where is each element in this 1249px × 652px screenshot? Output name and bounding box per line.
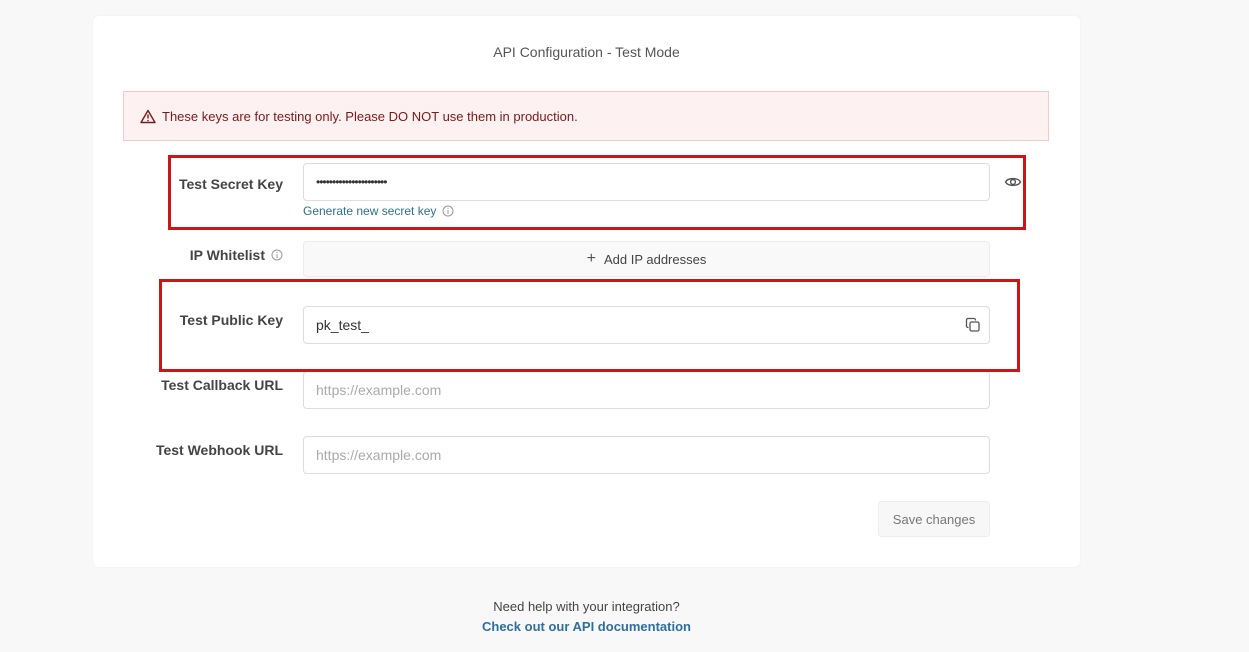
api-docs-link[interactable]: Check out our API documentation (0, 619, 1173, 634)
add-ip-addresses-button[interactable]: + Add IP addresses (303, 241, 990, 277)
info-icon (442, 205, 454, 217)
alert-text: These keys are for testing only. Please … (162, 108, 578, 124)
secret-key-label: Test Secret Key (178, 176, 283, 192)
webhook-url-label: Test Webhook URL (155, 442, 283, 458)
copy-icon[interactable] (965, 317, 981, 333)
api-config-card: API Configuration - Test Mode These keys… (93, 16, 1080, 567)
card-title: API Configuration - Test Mode (493, 44, 680, 60)
ip-whitelist-label: IP Whitelist (93, 246, 283, 264)
public-key-label: Test Public Key (179, 312, 283, 328)
secret-key-input[interactable] (303, 163, 990, 201)
public-key-input[interactable] (303, 306, 990, 344)
callback-url-label: Test Callback URL (161, 377, 283, 393)
save-changes-button[interactable]: Save changes (878, 501, 990, 537)
test-mode-alert: These keys are for testing only. Please … (123, 91, 1049, 141)
callback-url-input[interactable] (303, 371, 990, 409)
info-icon (271, 249, 283, 261)
eye-icon[interactable] (1004, 173, 1022, 191)
warning-triangle-icon (140, 109, 156, 123)
help-text: Need help with your integration? (493, 599, 680, 614)
plus-icon: + (586, 250, 596, 267)
webhook-url-input[interactable] (303, 436, 990, 474)
generate-secret-key-link[interactable]: Generate new secret key (303, 204, 454, 218)
